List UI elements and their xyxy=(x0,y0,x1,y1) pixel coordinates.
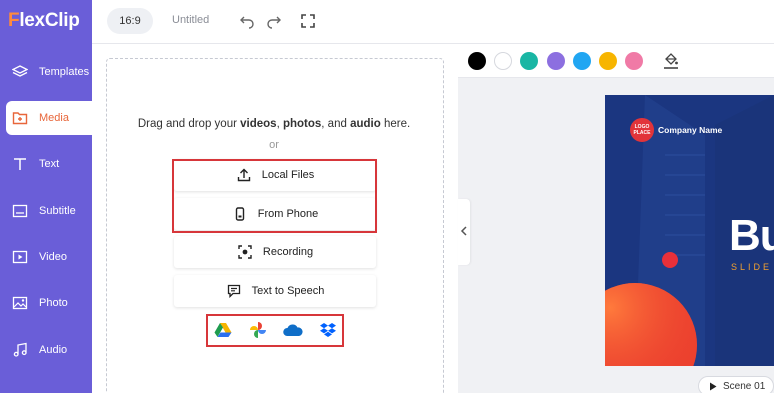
speech-bubble-icon xyxy=(226,283,242,299)
project-title[interactable]: Untitled xyxy=(172,14,209,26)
aspect-ratio-button[interactable]: 16:9 xyxy=(107,8,153,34)
color-swatch-white[interactable] xyxy=(494,52,512,70)
media-folder-icon xyxy=(11,109,29,127)
layers-icon xyxy=(11,63,29,81)
sidebar-item-templates[interactable]: Templates xyxy=(6,55,92,89)
video-icon xyxy=(11,248,29,266)
subtitle-icon xyxy=(11,202,29,220)
sidebar-item-video[interactable]: Video xyxy=(6,240,92,274)
sidebar-item-text[interactable]: Text xyxy=(6,147,92,181)
sidebar-item-audio[interactable]: Audio xyxy=(6,333,92,367)
scene-play-button[interactable]: Scene 01 xyxy=(698,376,774,393)
undo-icon[interactable] xyxy=(238,12,256,30)
play-icon xyxy=(709,382,717,391)
logo-placeholder: LOGO PLACE xyxy=(630,118,654,142)
color-swatch-teal[interactable] xyxy=(520,52,538,70)
sidebar-item-label: Text xyxy=(39,158,60,170)
or-divider: or xyxy=(269,139,279,151)
color-swatch-blue[interactable] xyxy=(573,52,591,70)
photo-icon xyxy=(11,294,29,312)
dropbox-icon[interactable] xyxy=(313,317,343,343)
sidebar-item-photo[interactable]: Photo xyxy=(6,286,92,320)
sidebar-item-subtitle[interactable]: Subtitle xyxy=(6,194,92,228)
google-drive-icon[interactable] xyxy=(208,317,238,343)
sidebar-item-label: Templates xyxy=(39,66,90,78)
video-canvas-preview[interactable]: LOGO PLACE Company Name Bu SLIDE xyxy=(605,95,774,366)
highlight-upload-options xyxy=(172,159,377,233)
sidebar-item-label: Media xyxy=(39,112,69,124)
color-swatch-purple[interactable] xyxy=(547,52,565,70)
redo-icon[interactable] xyxy=(265,12,283,30)
text-icon xyxy=(11,155,29,173)
chevron-left-icon xyxy=(460,223,468,241)
google-photos-icon[interactable] xyxy=(243,317,273,343)
record-icon xyxy=(237,244,253,260)
fullscreen-icon[interactable] xyxy=(299,12,317,30)
headline-text: Bu xyxy=(729,211,774,260)
drag-drop-text: Drag and drop your videos, photos, and a… xyxy=(137,118,411,130)
color-swatch-black[interactable] xyxy=(468,52,486,70)
audio-icon xyxy=(11,341,29,359)
sidebar-item-label: Video xyxy=(39,251,67,263)
color-swatch-pink[interactable] xyxy=(625,52,643,70)
sidebar: FlexClip Templates Media Text Subtitle V… xyxy=(0,0,92,393)
color-swatch-yellow[interactable] xyxy=(599,52,617,70)
collapse-panel-button[interactable] xyxy=(458,199,470,265)
fill-bucket-icon[interactable] xyxy=(663,52,679,70)
sidebar-item-label: Photo xyxy=(39,297,68,309)
flexclip-logo[interactable]: FlexClip xyxy=(8,10,80,32)
sidebar-item-media[interactable]: Media xyxy=(6,101,92,135)
company-name-text: Company Name xyxy=(658,125,723,135)
top-toolbar: 16:9 Untitled xyxy=(92,0,774,44)
onedrive-icon[interactable] xyxy=(278,317,308,343)
media-panel: Drag and drop your videos, photos, and a… xyxy=(92,44,458,393)
sidebar-item-label: Audio xyxy=(39,344,68,356)
recording-button[interactable]: Recording xyxy=(174,236,376,268)
subline-text: SLIDE xyxy=(731,262,773,272)
sidebar-item-label: Subtitle xyxy=(39,205,76,217)
text-to-speech-button[interactable]: Text to Speech xyxy=(174,275,376,307)
